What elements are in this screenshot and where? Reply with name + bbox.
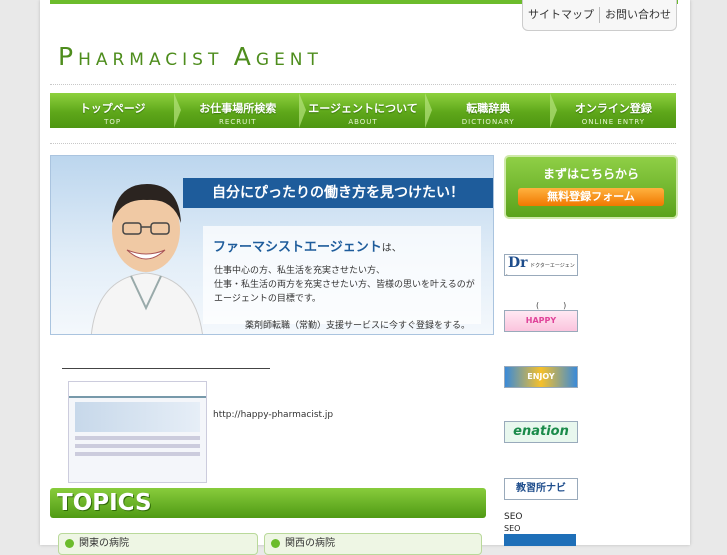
nav-item-online-entry[interactable]: オンライン登録 ONLINE ENTRY [551,93,676,128]
cta-label: 薬剤師転職（常勤）支援サービスに今すぐ登録をする。 [245,321,471,331]
topics-header: TOPICS [50,488,486,518]
nav-sublabel: DICTIONARY [461,118,515,126]
seo-label: SEO [504,524,521,533]
bullet-icon [271,539,280,548]
nav-item-dictionary[interactable]: 転職辞典 DICTIONARY [426,93,558,128]
tab-label: 関東の病院 [79,538,129,549]
seo-banner[interactable] [504,534,576,546]
topics-title: TOPICS [57,490,152,516]
desc-line: 仕事中心の方、私生活を充実させたい方、 [214,266,386,276]
divider [50,143,676,144]
site-screenshot-thumbnail[interactable] [68,381,207,483]
brand-name: ファーマシストエージェント [213,240,382,255]
register-box: まずはこちらから 無料登録フォーム [504,155,678,219]
banner-happy[interactable]: HAPPY [504,310,578,332]
hero-cta-link[interactable]: 薬剤師転職（常勤）支援サービスに今すぐ登録をする。 [245,318,493,336]
bullet-icon [65,539,74,548]
nav-item-recruit[interactable]: お仕事場所検索 RECRUIT [175,93,307,128]
hero-headline: 自分にぴったりの働き方を見つけたい！ [183,178,493,208]
nav-item-about[interactable]: エージェントについて ABOUT [300,93,432,128]
global-nav: トップページ TOP お仕事場所検索 RECRUIT エージェントについて ABOUT… [50,93,676,128]
brand-suffix: は、 [381,243,402,254]
desc-line: 仕事・私生活の両方を充実させたい方、皆様の思いを叶えるのが [214,280,475,290]
nav-label: お仕事場所検索 [199,102,277,115]
nav-sublabel: ONLINE ENTRY [581,118,646,126]
logo-letter: P [58,42,79,71]
utility-nav: サイトマップ お問い合わせ [522,0,677,31]
banner-text: Dr [508,255,528,271]
desc-line: エージェントの目標です。 [214,294,321,304]
nav-label: トップページ [79,102,146,115]
contact-link[interactable]: お問い合わせ [600,0,676,30]
banner-kyoshujo-navi[interactable]: 教習所ナビ [504,478,578,500]
nav-sublabel: RECRUIT [219,118,257,126]
thumbnail-line [75,436,200,440]
banner-enation[interactable]: enation [504,421,578,443]
sitemap-link[interactable]: サイトマップ [523,0,599,30]
divider [62,368,270,369]
tab-label: 関西の病院 [285,538,335,549]
logo-letter: A [233,42,256,71]
thumbnail-line [75,444,200,448]
thumbnail-visual [75,402,200,432]
hero-brand: ファーマシストエージェントは、 [213,236,402,255]
thumbnail-header [69,382,206,398]
banner-yellow[interactable]: ENJOY [504,366,578,388]
nav-sublabel: ABOUT [348,118,378,126]
logo-word: HARMACIST [78,50,224,70]
logo-word: GENT [255,50,323,70]
site-url-link[interactable]: http://happy-pharmacist.jp [213,410,333,420]
nav-label: 転職辞典 [466,102,511,115]
tab-kanto-hospitals[interactable]: 関東の病院 [58,533,258,555]
hero-description: 仕事中心の方、私生活を充実させたい方、 仕事・私生活の両方を充実させたい方、皆様… [214,264,475,306]
arrow-icon [248,335,270,336]
tab-kansai-hospitals[interactable]: 関西の病院 [264,533,482,555]
nav-label: エージェントについて [308,102,418,115]
register-title: まずはこちらから [542,167,639,181]
seo-label: SEO [504,512,523,522]
thumbnail-line [75,452,200,456]
site-logo[interactable]: PHARMACIST AGENT [58,42,323,71]
nav-sublabel: TOP [104,118,122,126]
nav-label: オンライン登録 [574,102,652,115]
hero-banner[interactable]: 自分にぴったりの働き方を見つけたい！ ファーマシストエージェントは、 仕事中心の… [50,155,494,335]
nav-item-top[interactable]: トップページ TOP [50,93,182,128]
divider [50,84,676,85]
banner-dr-agent[interactable]: Dr ドクターエージェント [504,254,578,276]
free-register-button[interactable]: 無料登録フォーム [518,188,664,206]
